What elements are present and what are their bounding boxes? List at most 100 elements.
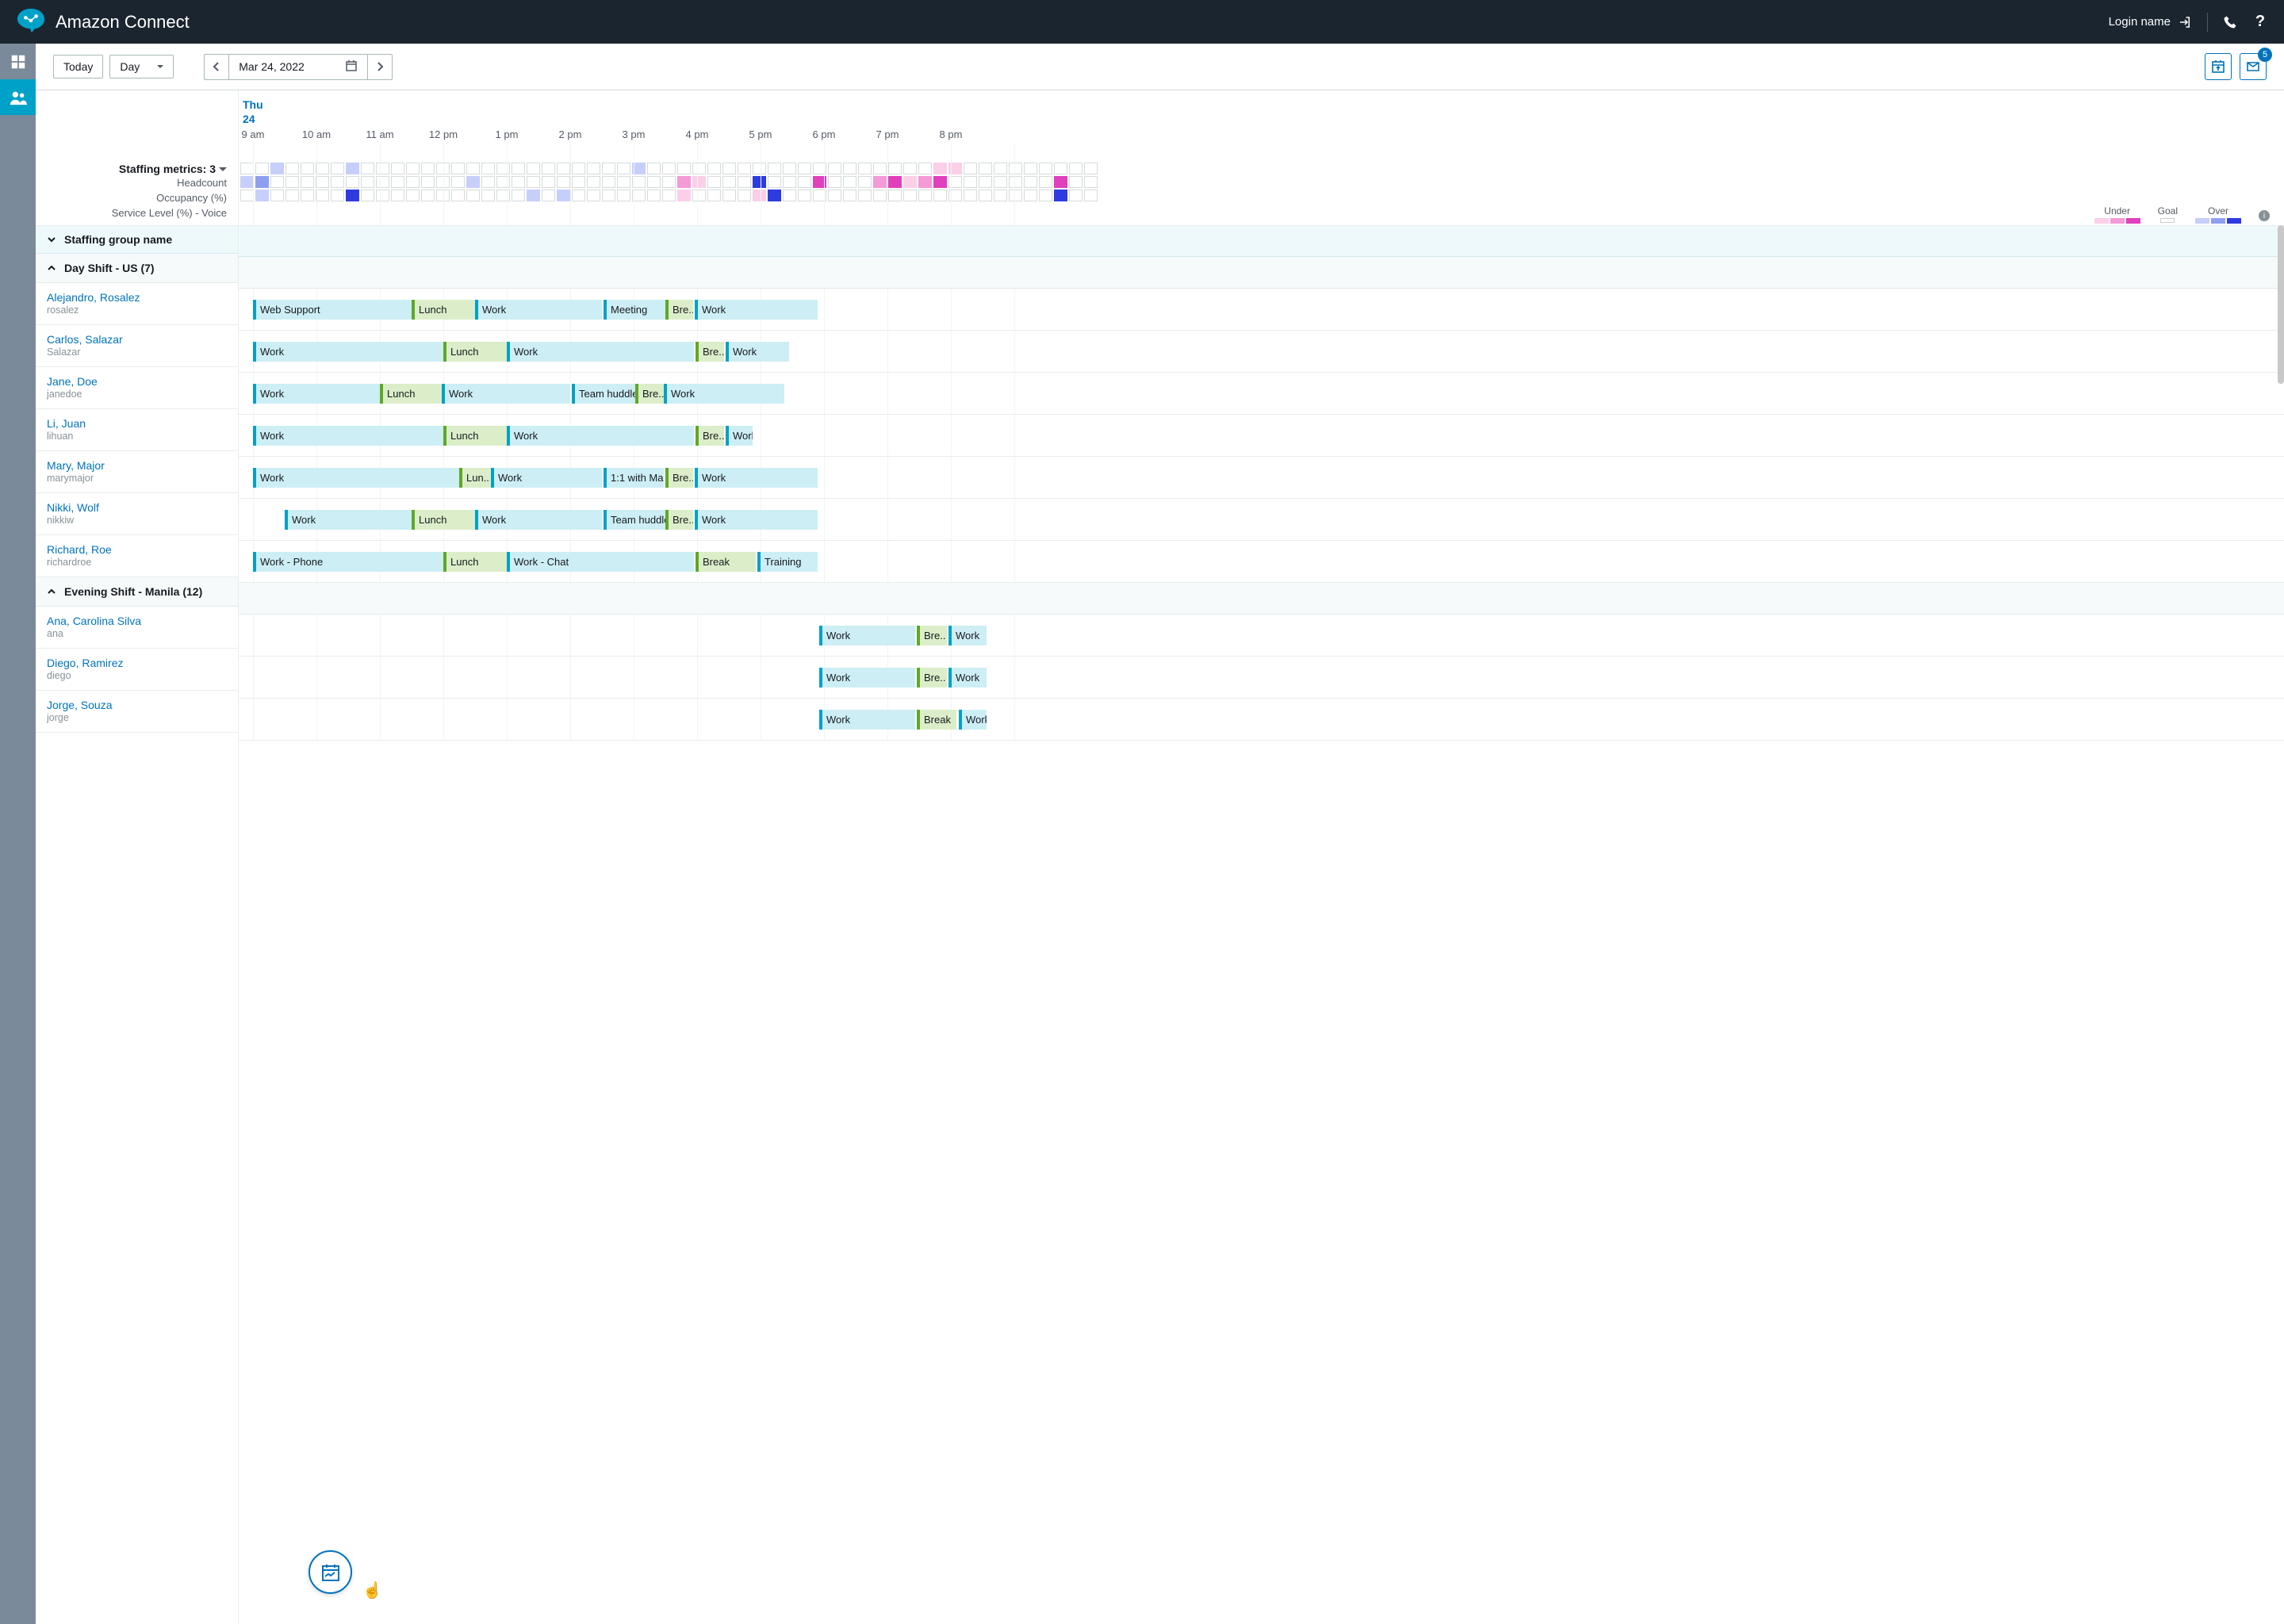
- segment-lunch[interactable]: Lun..: [459, 468, 491, 488]
- scrollbar[interactable]: [2278, 225, 2284, 384]
- metric-cell: [768, 176, 781, 188]
- help-icon[interactable]: ?: [2252, 14, 2268, 30]
- metric-cell: [270, 163, 284, 174]
- group-header[interactable]: Evening Shift - Manila (12): [36, 577, 238, 607]
- segment-work[interactable]: Web Support: [253, 300, 412, 320]
- segment-lunch[interactable]: Lunch: [412, 300, 475, 320]
- agent-row[interactable]: Carlos, SalazarSalazar: [36, 325, 238, 367]
- segment-break[interactable]: Bre..: [917, 668, 947, 688]
- metric-cell: [557, 190, 570, 201]
- metric-cell: [496, 190, 510, 201]
- inbox-button[interactable]: 5: [2240, 53, 2267, 80]
- info-icon[interactable]: i: [2259, 210, 2270, 221]
- metric-cell: [692, 176, 706, 188]
- metric-cell: [1084, 190, 1098, 201]
- segment-lunch[interactable]: Lunch: [443, 342, 507, 362]
- agent-row[interactable]: Jorge, Souzajorge: [36, 691, 238, 733]
- metric-cell: [1024, 176, 1037, 188]
- segment-break[interactable]: Bre..: [665, 468, 693, 488]
- segment-lunch[interactable]: Lunch: [412, 510, 475, 530]
- segment-work[interactable]: Work: [726, 426, 753, 446]
- segment-meeting[interactable]: Team huddle: [572, 384, 635, 404]
- segment-work[interactable]: Work: [475, 510, 602, 530]
- agent-name: Alejandro, Rosalez: [47, 291, 227, 304]
- timeline-row: WorkBre..Work: [239, 657, 2284, 699]
- segment-lunch[interactable]: Lunch: [380, 384, 442, 404]
- phone-icon[interactable]: [2222, 14, 2238, 30]
- metric-cell: [918, 176, 932, 188]
- agent-row[interactable]: Diego, Ramirezdiego: [36, 649, 238, 691]
- agent-row[interactable]: Mary, Majormarymajor: [36, 451, 238, 493]
- segment-lunch[interactable]: Lunch: [443, 552, 507, 572]
- segment-break[interactable]: Bre..: [696, 342, 724, 362]
- next-day-button[interactable]: [367, 54, 393, 80]
- segment-work[interactable]: Work: [819, 668, 915, 688]
- segment-meeting[interactable]: 1:1 with Ma..: [604, 468, 664, 488]
- segment-work[interactable]: Work: [285, 510, 412, 530]
- segment-break[interactable]: Bre..: [696, 426, 724, 446]
- segment-meeting[interactable]: Team huddle: [604, 510, 665, 530]
- segment-work[interactable]: Work: [695, 468, 818, 488]
- nav-dashboard[interactable]: [0, 44, 36, 79]
- segment-work[interactable]: Work - Chat: [507, 552, 694, 572]
- segment-break[interactable]: Bre..: [635, 384, 664, 404]
- segment-work[interactable]: Work - Phone: [253, 552, 443, 572]
- metric-cell: [572, 163, 585, 174]
- segment-break[interactable]: Bre..: [665, 300, 693, 320]
- logout-icon: [2177, 14, 2193, 30]
- group-title[interactable]: Staffing group name: [36, 226, 238, 254]
- segment-meeting[interactable]: Meeting: [604, 300, 665, 320]
- metric-cell: [255, 163, 269, 174]
- prev-day-button[interactable]: [204, 54, 228, 80]
- hour-label: 8 pm: [940, 128, 963, 140]
- publish-schedule-button[interactable]: [2205, 53, 2232, 80]
- agent-login: diego: [47, 670, 227, 682]
- agent-login: nikkiw: [47, 515, 227, 527]
- segment-work[interactable]: Work: [491, 468, 602, 488]
- segment-work[interactable]: Work: [507, 342, 694, 362]
- agent-row[interactable]: Nikki, Wolfnikkiw: [36, 493, 238, 535]
- segment-work[interactable]: Work: [948, 626, 987, 645]
- segment-work[interactable]: Work: [253, 384, 380, 404]
- segment-work[interactable]: Work: [819, 710, 915, 730]
- segment-work[interactable]: Work: [253, 342, 443, 362]
- agent-row[interactable]: Richard, Roerichardroe: [36, 535, 238, 577]
- segment-work[interactable]: Work: [507, 426, 694, 446]
- metrics-dropdown[interactable]: Staffing metrics: 3: [36, 163, 227, 175]
- segment-break[interactable]: Bre..: [917, 626, 947, 645]
- segment-training[interactable]: Training: [757, 552, 818, 572]
- segment-work[interactable]: Work: [726, 342, 789, 362]
- group-header[interactable]: Day Shift - US (7): [36, 254, 238, 283]
- metric-cell: [858, 163, 872, 174]
- agent-row[interactable]: Alejandro, Rosalezrosalez: [36, 283, 238, 325]
- segment-work[interactable]: Work: [695, 300, 818, 320]
- metrics-fab[interactable]: [308, 1550, 352, 1594]
- segment-work[interactable]: Work: [948, 668, 987, 688]
- metric-cell: [738, 163, 751, 174]
- segment-work[interactable]: Work: [664, 384, 784, 404]
- metric-cell: [979, 176, 992, 188]
- segment-break[interactable]: Break: [696, 552, 756, 572]
- nav-staffing[interactable]: [0, 79, 36, 115]
- segment-work[interactable]: Work: [819, 626, 915, 645]
- segment-lunch[interactable]: Lunch: [443, 426, 507, 446]
- metric-cell: [542, 190, 555, 201]
- segment-work[interactable]: Work: [253, 426, 443, 446]
- segment-break[interactable]: Break: [917, 710, 956, 730]
- segment-work[interactable]: Work: [442, 384, 570, 404]
- date-display[interactable]: Mar 24, 2022: [228, 54, 367, 80]
- segment-work[interactable]: Work: [253, 468, 459, 488]
- hour-label: 11 am: [366, 128, 393, 140]
- agent-row[interactable]: Ana, Carolina Silvaana: [36, 607, 238, 649]
- agent-row[interactable]: Li, Juanlihuan: [36, 409, 238, 451]
- view-dropdown[interactable]: Day: [109, 55, 174, 79]
- metric-cell: [406, 163, 420, 174]
- today-button[interactable]: Today: [53, 55, 103, 79]
- agent-row[interactable]: Jane, Doejanedoe: [36, 367, 238, 409]
- segment-work[interactable]: Work: [959, 710, 987, 730]
- segment-break[interactable]: Bre..: [665, 510, 693, 530]
- login-name-button[interactable]: Login name: [2109, 14, 2193, 30]
- login-name-label: Login name: [2109, 15, 2171, 29]
- segment-work[interactable]: Work: [695, 510, 818, 530]
- segment-work[interactable]: Work: [475, 300, 602, 320]
